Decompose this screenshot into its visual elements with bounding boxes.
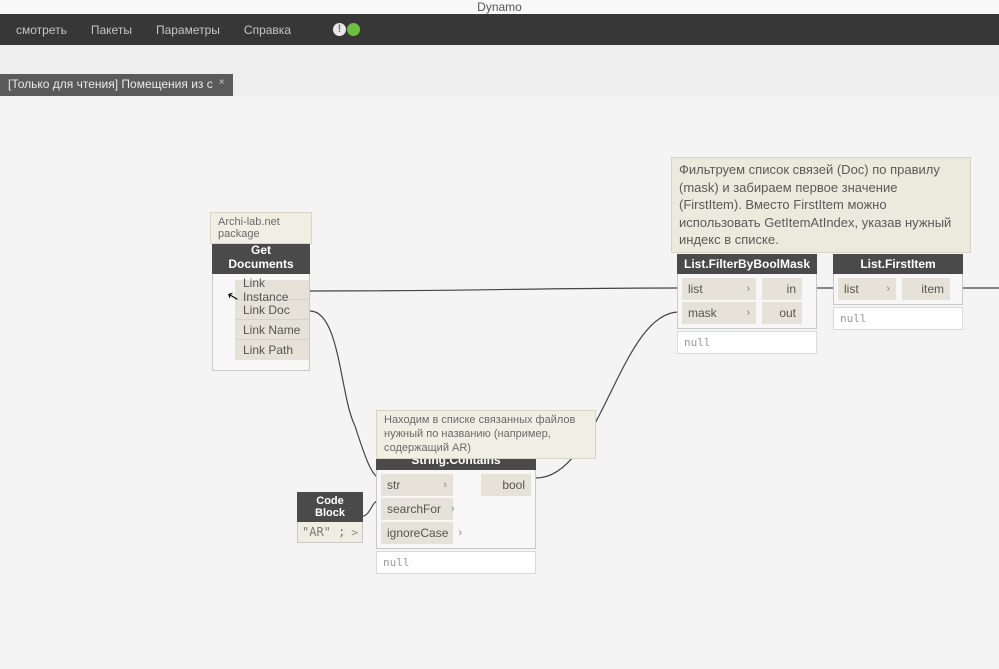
input-port[interactable]: str› (381, 474, 453, 496)
node-note-getdocs: Archi-lab.net package (210, 212, 312, 244)
input-port[interactable]: list› (838, 278, 896, 300)
node-header[interactable]: Code Block (297, 492, 363, 522)
input-port[interactable]: searchFor› (381, 498, 453, 520)
chevron-right-icon: › (746, 307, 750, 319)
menu-parameters[interactable]: Параметры (144, 23, 232, 37)
output-port[interactable]: item (902, 278, 950, 300)
node-string-contains[interactable]: Находим в списке связанных файлов нужный… (376, 450, 536, 574)
node-filter-by-bool-mask[interactable]: Фильтруем список связей (Doc) по правилу… (677, 254, 817, 354)
input-port[interactable]: mask› (682, 302, 756, 324)
close-icon[interactable]: × (219, 77, 225, 88)
node-body: list› item (833, 274, 963, 305)
document-tab-label: [Только для чтения] Помещения из с (8, 77, 213, 91)
node-header[interactable]: Get Documents (212, 240, 310, 274)
chevron-right-icon: › (746, 283, 750, 295)
menu-view[interactable]: смотреть (4, 23, 79, 37)
output-port[interactable]: Link Instance (235, 280, 309, 300)
node-note-filter: Фильтруем список связей (Doc) по правилу… (671, 157, 971, 253)
run-status-indicator: ! (333, 23, 360, 36)
output-port[interactable]: out (762, 302, 802, 324)
node-code-block[interactable]: Code Block "AR" ; > (297, 492, 363, 543)
output-port[interactable]: in (762, 278, 802, 300)
status-ok-icon (347, 23, 360, 36)
node-header[interactable]: List.FirstItem (833, 254, 963, 274)
input-port[interactable]: ignoreCase› (381, 522, 453, 544)
output-port[interactable]: bool (481, 474, 531, 496)
chevron-right-icon: › (451, 503, 455, 515)
node-preview: null (677, 331, 817, 354)
node-get-documents[interactable]: Archi-lab.net package Get Documents Link… (212, 240, 310, 371)
graph-canvas[interactable]: Archi-lab.net package Get Documents Link… (0, 96, 999, 669)
code-text: "AR" ; (302, 525, 345, 539)
node-preview: null (833, 307, 963, 330)
input-port[interactable]: list› (682, 278, 756, 300)
status-warning-icon: ! (333, 23, 346, 36)
output-port[interactable]: Link Name (235, 320, 309, 340)
document-tab-bar: [Только для чтения] Помещения из с × (0, 45, 999, 96)
node-body: str› searchFor› ignoreCase› bool (376, 470, 536, 549)
document-tab-active[interactable]: [Только для чтения] Помещения из с × (0, 74, 233, 96)
output-port-icon[interactable]: > (351, 526, 358, 539)
node-header[interactable]: List.FilterByBoolMask (677, 254, 817, 274)
window-titlebar: Dynamo (0, 0, 999, 14)
output-port[interactable]: Link Path (235, 340, 309, 360)
chevron-right-icon: › (443, 479, 447, 491)
chevron-right-icon: › (458, 527, 462, 539)
chevron-right-icon: › (886, 283, 890, 295)
node-body: list› mask› in out (677, 274, 817, 329)
app-title: Dynamo (477, 0, 522, 14)
menu-bar: смотреть Пакеты Параметры Справка ! (0, 14, 999, 45)
node-note-contains: Находим в списке связанных файлов нужный… (376, 410, 596, 459)
node-preview: null (376, 551, 536, 574)
menu-packages[interactable]: Пакеты (79, 23, 144, 37)
menu-help[interactable]: Справка (232, 23, 303, 37)
node-list-first-item[interactable]: List.FirstItem list› item null (833, 254, 963, 330)
code-block-body[interactable]: "AR" ; > (297, 522, 363, 543)
